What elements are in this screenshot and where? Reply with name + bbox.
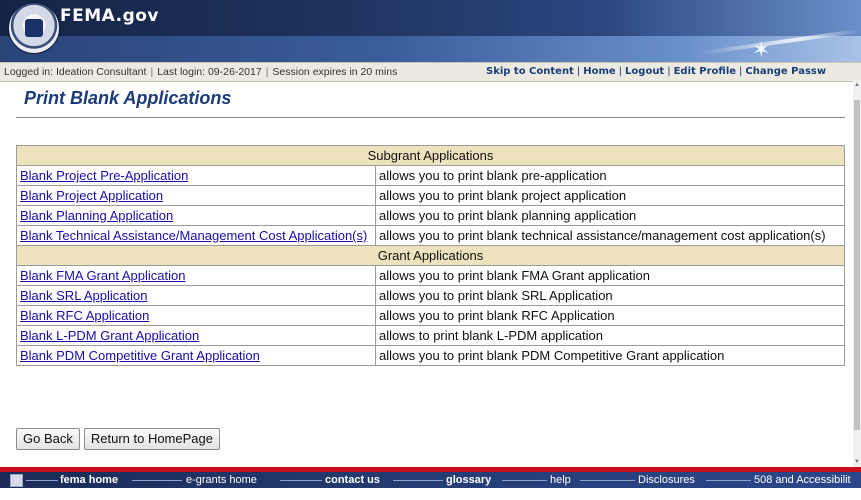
separator: | bbox=[618, 66, 623, 77]
session-status-bar: Logged in: Ideation Consultant | Last logi… bbox=[0, 62, 861, 82]
table-row: Blank FMA Grant Application allows you t… bbox=[16, 265, 845, 286]
link-cell: Blank PDM Competitive Grant Application bbox=[16, 345, 376, 366]
scroll-up-arrow-icon[interactable]: ▲ bbox=[853, 80, 861, 90]
section-heading-subgrant: Subgrant Applications bbox=[16, 145, 845, 166]
footer-line bbox=[580, 480, 635, 481]
description-cell: allows you to print blank technical assi… bbox=[375, 225, 845, 246]
description-cell: allows you to print blank project applic… bbox=[375, 185, 845, 206]
blank-technical-assistance-link[interactable]: Blank Technical Assistance/Management Co… bbox=[20, 228, 367, 243]
fema-home-link[interactable]: fema home bbox=[60, 472, 118, 488]
scroll-down-arrow-icon[interactable]: ▼ bbox=[853, 457, 861, 467]
session-info: Logged in: Ideation Consultant | Last logi… bbox=[4, 63, 397, 81]
description-cell: allows you to print blank PDM Competitiv… bbox=[375, 345, 845, 366]
link-cell: Blank L-PDM Grant Application bbox=[16, 325, 376, 346]
vertical-scrollbar[interactable]: ▲ ▼ bbox=[853, 80, 861, 467]
accessibility-link[interactable]: 508 and Accessibilit bbox=[754, 472, 851, 488]
table-row: Blank Project Pre-Application allows you… bbox=[16, 165, 845, 186]
blank-pdm-competitive-grant-link[interactable]: Blank PDM Competitive Grant Application bbox=[20, 348, 260, 363]
egrants-home-link[interactable]: e-grants home bbox=[186, 472, 257, 488]
link-cell: Blank Planning Application bbox=[16, 205, 376, 226]
table-row: Blank Planning Application allows you to… bbox=[16, 205, 845, 226]
logout-link[interactable]: Logout bbox=[625, 66, 664, 77]
last-login-text: Last login: 09-26-2017 bbox=[157, 66, 262, 78]
description-cell: allows you to print blank SRL Applicatio… bbox=[375, 285, 845, 306]
blank-planning-application-link[interactable]: Blank Planning Application bbox=[20, 208, 173, 223]
footer-line bbox=[393, 480, 443, 481]
scrollbar-thumb[interactable] bbox=[854, 100, 860, 430]
separator: | bbox=[265, 66, 269, 78]
blank-fma-grant-application-link[interactable]: Blank FMA Grant Application bbox=[20, 268, 185, 283]
table-row: Blank L-PDM Grant Application allows to … bbox=[16, 325, 845, 346]
session-expiry-text: Session expires in 20 mins bbox=[272, 66, 398, 78]
blank-project-application-link[interactable]: Blank Project Application bbox=[20, 188, 163, 203]
seal-emblem bbox=[25, 19, 43, 37]
link-cell: Blank SRL Application bbox=[16, 285, 376, 306]
blank-lpdm-grant-application-link[interactable]: Blank L-PDM Grant Application bbox=[20, 328, 199, 343]
footer-box-icon bbox=[10, 474, 23, 487]
action-buttons: Go Back Return to HomePage bbox=[16, 428, 224, 450]
link-cell: Blank Technical Assistance/Management Co… bbox=[16, 225, 376, 246]
description-cell: allows you to print blank FMA Grant appl… bbox=[375, 265, 845, 286]
separator: | bbox=[667, 66, 671, 77]
return-to-homepage-button[interactable]: Return to HomePage bbox=[83, 428, 220, 450]
link-cell: Blank Project Pre-Application bbox=[16, 165, 376, 186]
change-password-link[interactable]: Change Passw bbox=[745, 66, 826, 77]
skip-to-content-link[interactable]: Skip to Content bbox=[486, 66, 574, 77]
site-brand[interactable]: FEMA.gov bbox=[60, 6, 159, 26]
table-row: Blank RFC Application allows you to prin… bbox=[16, 305, 845, 326]
footer-bottom-strip bbox=[0, 488, 861, 500]
description-cell: allows you to print blank pre-applicatio… bbox=[375, 165, 845, 186]
footer-line bbox=[132, 480, 182, 481]
link-cell: Blank RFC Application bbox=[16, 305, 376, 326]
glossary-link[interactable]: glossary bbox=[446, 472, 491, 488]
footer-nav-bar: fema home e-grants home contact us gloss… bbox=[0, 472, 861, 488]
section-header-row: Grant Applications bbox=[16, 245, 845, 266]
description-cell: allows you to print blank RFC Applicatio… bbox=[375, 305, 845, 326]
home-link[interactable]: Home bbox=[583, 66, 615, 77]
edit-profile-link[interactable]: Edit Profile bbox=[674, 66, 736, 77]
dhs-seal-logo[interactable] bbox=[8, 2, 60, 54]
applications-table: Subgrant Applications Blank Project Pre-… bbox=[16, 145, 845, 366]
star-icon: ✶ bbox=[752, 38, 771, 62]
footer: fema home e-grants home contact us gloss… bbox=[0, 467, 861, 500]
table-row: Blank SRL Application allows you to prin… bbox=[16, 285, 845, 306]
disclosures-link[interactable]: Disclosures bbox=[638, 472, 695, 488]
contact-us-link[interactable]: contact us bbox=[325, 472, 380, 488]
go-back-button[interactable]: Go Back bbox=[16, 428, 80, 450]
table-row: Blank Technical Assistance/Management Co… bbox=[16, 225, 845, 246]
title-divider bbox=[16, 117, 845, 118]
account-nav: Skip to Content | Home | Logout | Edit Profile… bbox=[486, 63, 826, 81]
description-cell: allows to print blank L-PDM application bbox=[375, 325, 845, 346]
header-banner: ✶ FEMA.gov bbox=[0, 0, 861, 62]
help-link[interactable]: help bbox=[550, 472, 571, 488]
link-cell: Blank FMA Grant Application bbox=[16, 265, 376, 286]
table-row: Blank PDM Competitive Grant Application … bbox=[16, 345, 845, 366]
blank-rfc-application-link[interactable]: Blank RFC Application bbox=[20, 308, 149, 323]
footer-line bbox=[502, 480, 547, 481]
page-title: Print Blank Applications bbox=[24, 88, 232, 108]
separator: | bbox=[150, 66, 154, 78]
blank-srl-application-link[interactable]: Blank SRL Application bbox=[20, 288, 147, 303]
footer-line bbox=[706, 480, 751, 481]
separator: | bbox=[576, 66, 581, 77]
footer-line bbox=[280, 480, 322, 481]
separator: | bbox=[739, 66, 743, 77]
logged-in-text: Logged in: Ideation Consultant bbox=[4, 66, 147, 78]
link-cell: Blank Project Application bbox=[16, 185, 376, 206]
table-row: Blank Project Application allows you to … bbox=[16, 185, 845, 206]
section-heading-grant: Grant Applications bbox=[16, 245, 845, 266]
footer-line bbox=[26, 480, 58, 481]
description-cell: allows you to print blank planning appli… bbox=[375, 205, 845, 226]
blank-project-pre-application-link[interactable]: Blank Project Pre-Application bbox=[20, 168, 188, 183]
section-header-row: Subgrant Applications bbox=[16, 145, 845, 166]
